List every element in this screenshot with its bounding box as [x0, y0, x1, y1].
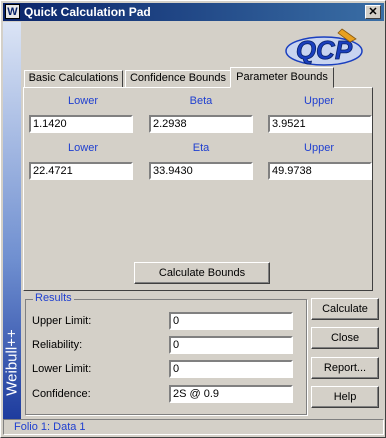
- close-button[interactable]: Close: [311, 327, 379, 349]
- eta-upper-label: Upper: [304, 142, 334, 154]
- results-group: Results Upper Limit: 0 Reliability: 0 Lo…: [25, 292, 307, 415]
- beta-lower-field[interactable]: 1.1420: [29, 115, 133, 133]
- lower-limit-label: Lower Limit:: [32, 363, 92, 375]
- report-button[interactable]: Report...: [311, 357, 379, 379]
- help-button[interactable]: Help: [311, 386, 379, 408]
- calculate-button[interactable]: Calculate: [311, 298, 379, 320]
- quick-calculation-pad-window: W Quick Calculation Pad ✕ Weibull++ QCP …: [0, 0, 386, 438]
- beta-lower-label: Lower: [68, 95, 98, 107]
- eta-field[interactable]: 33.9430: [149, 162, 253, 180]
- title-bar[interactable]: W Quick Calculation Pad ✕: [3, 3, 384, 21]
- eta-lower-field[interactable]: 22.4721: [29, 162, 133, 180]
- beta-upper-field[interactable]: 3.9521: [268, 115, 372, 133]
- status-folio-text: Folio 1: Data 1: [14, 421, 86, 433]
- beta-label: Beta: [189, 95, 213, 107]
- reliability-label: Reliability:: [32, 339, 83, 351]
- lower-limit-field[interactable]: 0: [169, 360, 293, 378]
- close-window-button[interactable]: ✕: [365, 5, 381, 19]
- window-title: Quick Calculation Pad: [24, 5, 151, 19]
- confidence-field[interactable]: 2S @ 0.9: [169, 385, 293, 403]
- reliability-field[interactable]: 0: [169, 336, 293, 354]
- qcp-logo: QCP: [285, 28, 363, 66]
- eta-label: Eta: [192, 142, 210, 154]
- beta-upper-label: Upper: [304, 95, 334, 107]
- tab-confidence-bounds[interactable]: Confidence Bounds: [125, 70, 231, 87]
- calculate-bounds-button[interactable]: Calculate Bounds: [134, 262, 270, 284]
- upper-limit-field[interactable]: 0: [169, 312, 293, 330]
- beta-field[interactable]: 2.2938: [149, 115, 253, 133]
- qcp-logo-text: QCP: [296, 35, 353, 65]
- upper-limit-label: Upper Limit:: [32, 315, 92, 327]
- weibull-sidebar-banner: Weibull++: [3, 22, 21, 419]
- results-title: Results: [33, 292, 74, 304]
- status-bar: Folio 1: Data 1: [3, 419, 384, 435]
- eta-lower-label: Lower: [68, 142, 98, 154]
- eta-upper-field[interactable]: 49.9738: [268, 162, 372, 180]
- weibull-app-icon[interactable]: W: [5, 4, 20, 19]
- tab-basic-calculations[interactable]: Basic Calculations: [24, 70, 123, 87]
- confidence-label: Confidence:: [32, 388, 91, 400]
- parameter-bounds-panel: Lower Beta Upper 1.1420 2.2938 3.9521 Lo…: [23, 87, 373, 291]
- sidebar-brand-text: Weibull++: [3, 329, 21, 396]
- tab-parameter-bounds[interactable]: Parameter Bounds: [230, 67, 334, 88]
